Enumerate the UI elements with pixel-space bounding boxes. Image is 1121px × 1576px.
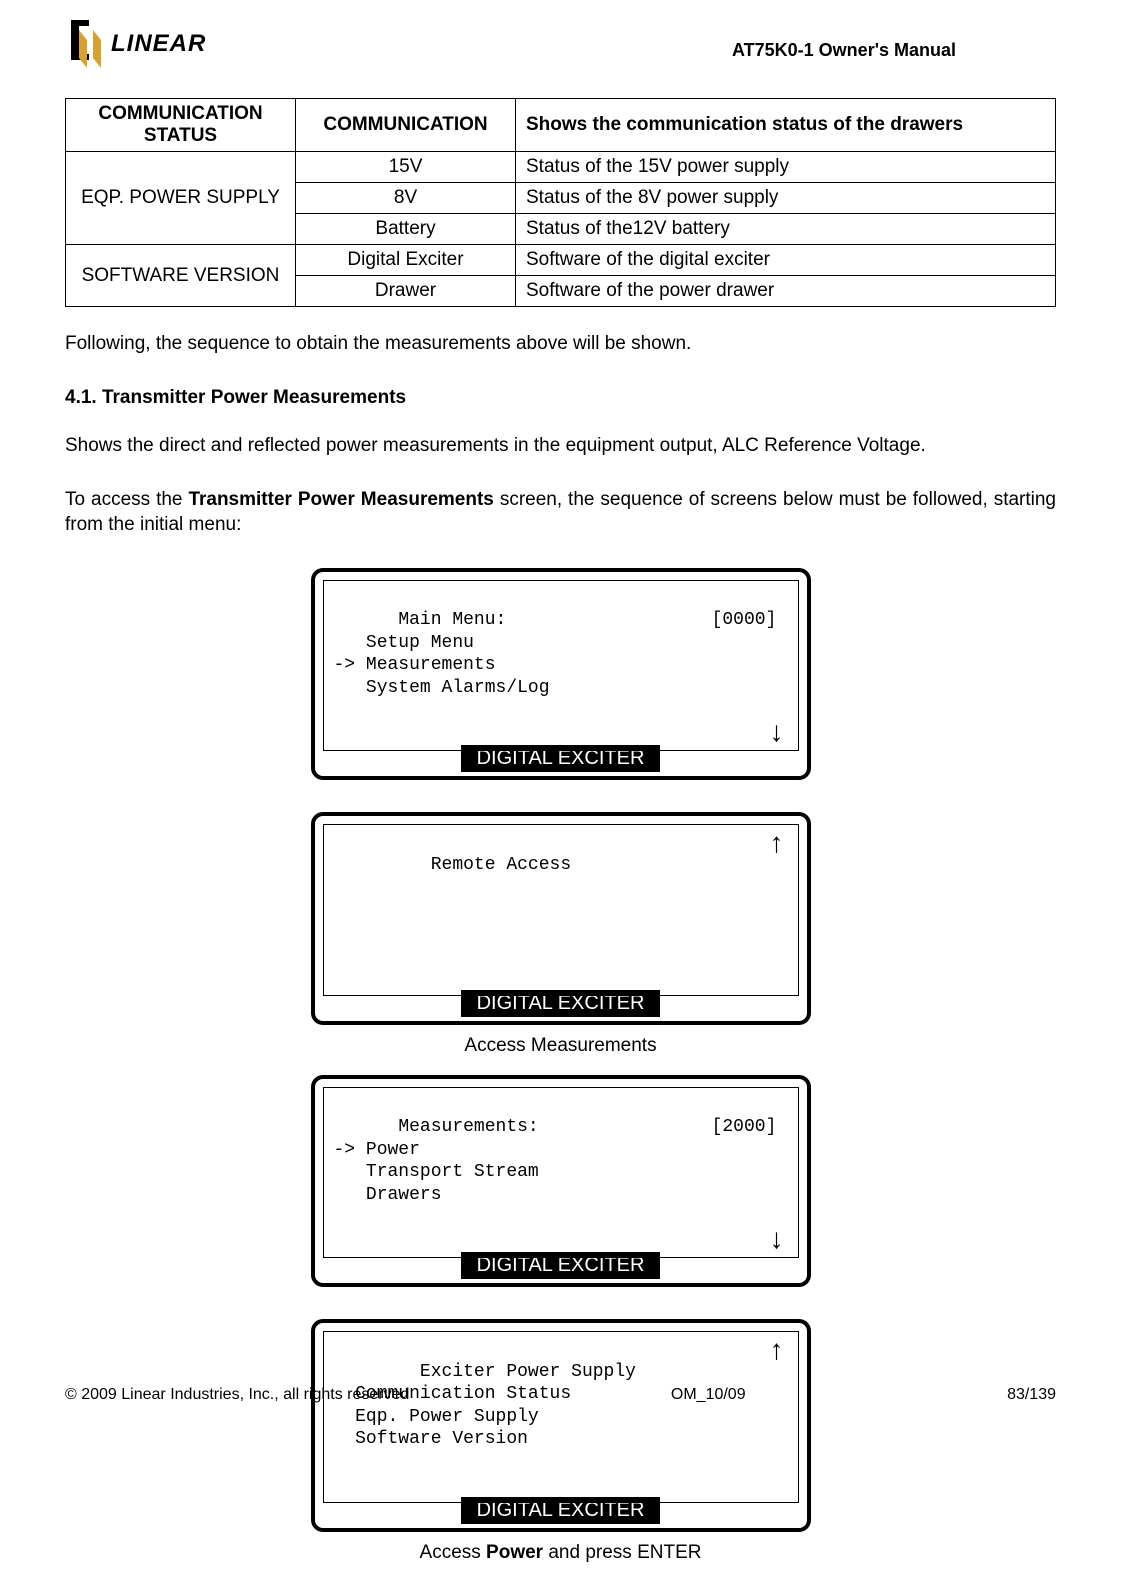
cell-drawer-desc: Software of the power drawer <box>516 276 1056 307</box>
cell-eqp: EQP. POWER SUPPLY <box>66 152 296 245</box>
cell-comm-desc: Shows the communication status of the dr… <box>516 99 1056 152</box>
lcd-content-1: Main Menu: [0000] Setup Menu -> Measurem… <box>323 580 799 752</box>
lcd-content-4: Exciter Power Supply Communication Statu… <box>323 1331 799 1503</box>
cell-8v-desc: Status of the 8V power supply <box>516 183 1056 214</box>
cell-8v: 8V <box>296 183 516 214</box>
lcd-screen-2: Remote Access ↑ DIGITAL EXCITER <box>311 812 811 1025</box>
cell-dig-exc-desc: Software of the digital exciter <box>516 245 1056 276</box>
page-footer: © 2009 Linear Industries, Inc., all righ… <box>65 1386 1056 1404</box>
footer-docid: OM_10/09 <box>671 1386 746 1404</box>
p3a: To access the <box>65 489 188 510</box>
lcd-screen-3: Measurements: [2000] -> Power Transport … <box>311 1075 811 1288</box>
cell-communication: COMMUNICATION <box>296 99 516 152</box>
lcd-content-3: Measurements: [2000] -> Power Transport … <box>323 1087 799 1259</box>
cell-battery: Battery <box>296 214 516 245</box>
lcd-content-2: Remote Access ↑ <box>323 824 799 996</box>
cap-end-c: and press ENTER <box>543 1542 701 1563</box>
logo: LINEAR <box>65 20 206 68</box>
cell-15v: 15V <box>296 152 516 183</box>
cell-battery-desc: Status of the12V battery <box>516 214 1056 245</box>
status-table: COMMUNICATION STATUS COMMUNICATION Shows… <box>65 98 1056 307</box>
para-access: To access the Transmitter Power Measurem… <box>65 488 1056 537</box>
arrow-up-icon: ↑ <box>770 829 784 857</box>
p3b: Transmitter Power Measurements <box>188 489 493 510</box>
lcd-screen-1: Main Menu: [0000] Setup Menu -> Measurem… <box>311 568 811 781</box>
screen-sequence: Main Menu: [0000] Setup Menu -> Measurem… <box>65 568 1056 1576</box>
lcd-screen-4: Exciter Power Supply Communication Statu… <box>311 1319 811 1532</box>
arrow-down-icon: ↓ <box>770 718 784 746</box>
arrow-down-icon: ↓ <box>770 1225 784 1253</box>
arrow-up-icon: ↑ <box>770 1336 784 1364</box>
para-desc: Shows the direct and reflected power mea… <box>65 434 1056 459</box>
cap-end-b: Power <box>486 1542 543 1563</box>
cell-comm-status: COMMUNICATION STATUS <box>66 99 296 152</box>
logo-text: LINEAR <box>111 30 206 58</box>
footer-page: 83/139 <box>1007 1386 1056 1404</box>
logo-mark-icon <box>65 20 103 68</box>
caption-end: Access Power and press ENTER <box>420 1542 702 1564</box>
cell-sw: SOFTWARE VERSION <box>66 245 296 307</box>
page-header: LINEAR AT75K0-1 Owner's Manual <box>65 20 1056 68</box>
lcd-text-2: Remote Access <box>398 855 571 875</box>
cell-dig-exc: Digital Exciter <box>296 245 516 276</box>
para-intro: Following, the sequence to obtain the me… <box>65 332 1056 357</box>
lcd-text-1: Main Menu: [0000] Setup Menu -> Measurem… <box>334 610 777 698</box>
lcd-text-4: Exciter Power Supply Communication Statu… <box>334 1362 636 1450</box>
doc-title: AT75K0-1 Owner's Manual <box>732 40 956 61</box>
caption-mid: Access Measurements <box>464 1035 656 1057</box>
lcd-text-3: Measurements: [2000] -> Power Transport … <box>334 1117 777 1205</box>
cell-drawer: Drawer <box>296 276 516 307</box>
cap-end-a: Access <box>420 1542 487 1563</box>
footer-copyright: © 2009 Linear Industries, Inc., all righ… <box>65 1386 409 1404</box>
cell-15v-desc: Status of the 15V power supply <box>516 152 1056 183</box>
section-heading: 4.1. Transmitter Power Measurements <box>65 387 1056 409</box>
